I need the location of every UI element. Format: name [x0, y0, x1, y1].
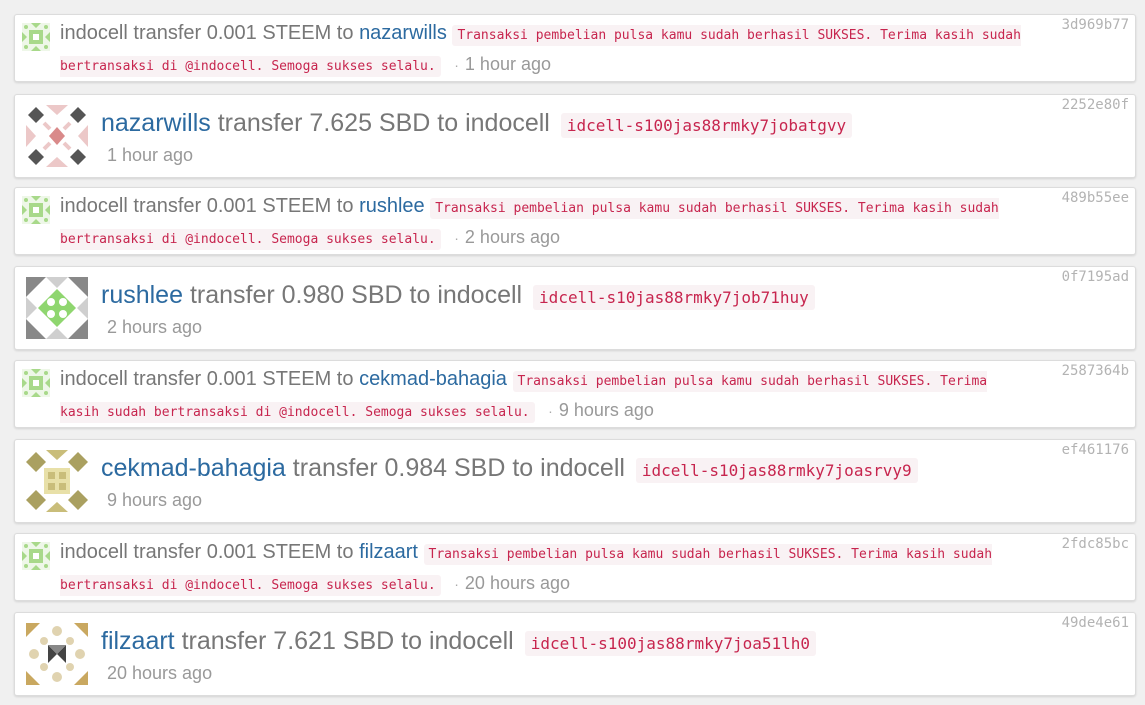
transfer-amount: transfer 7.625 SBD to [217, 109, 459, 137]
transaction-id[interactable]: 2252e80f [1062, 97, 1129, 113]
recipient-link[interactable]: indocell [465, 109, 550, 137]
transaction-id[interactable]: 2fdc85bc [1062, 536, 1129, 552]
transfer-amount: transfer 0.001 STEEM to [133, 195, 354, 217]
memo: idcell-s100jas88rmky7joa51lh0 [524, 631, 817, 656]
transfer-text: filzaart transfer 7.621 SBD to indocell … [101, 625, 1015, 660]
transaction-id[interactable]: 3d969b77 [1062, 17, 1129, 33]
transfer-amount: transfer 0.980 SBD to [189, 281, 431, 309]
recipient-link[interactable]: rushlee [359, 195, 425, 217]
sender-link[interactable]: nazarwills [101, 109, 211, 137]
identicon-rushlee-icon[interactable] [26, 277, 88, 339]
identicon-filzaart-icon[interactable] [26, 623, 88, 685]
recipient-link[interactable]: nazarwills [359, 22, 447, 44]
separator: · [454, 57, 459, 73]
transfer-feed: 3d969b77 indocell transfer 0.001 STEEM t… [0, 0, 1145, 705]
timestamp[interactable]: 1 hour ago [107, 145, 193, 166]
sender-link[interactable]: indocell [60, 541, 128, 563]
transfer-item: 2252e80f nazarwills transfer 7.625 SBD t… [14, 94, 1136, 178]
transfer-item: 49de4e61 filzaart transfer 7.621 SBD to … [14, 612, 1136, 696]
sender-link[interactable]: indocell [60, 368, 128, 390]
transaction-id[interactable]: 2587364b [1062, 363, 1129, 379]
identicon-indocell-icon[interactable] [22, 369, 50, 397]
transfer-text: rushlee transfer 0.980 SBD to indocell i… [101, 279, 1015, 314]
transaction-id[interactable]: ef461176 [1062, 442, 1129, 458]
transfer-text: indocell transfer 0.001 STEEM to cekmad-… [60, 365, 1025, 427]
transaction-id[interactable]: 0f7195ad [1062, 269, 1129, 285]
recipient-link[interactable]: indocell [437, 281, 522, 309]
sender-link[interactable]: indocell [60, 195, 128, 217]
transfer-amount: transfer 7.621 SBD to [181, 627, 422, 655]
sender-link[interactable]: rushlee [101, 281, 183, 309]
timestamp[interactable]: 9 hours ago [107, 490, 202, 511]
memo: idcell-s100jas88rmky7jobatgvy [560, 113, 853, 138]
transfer-item: 3d969b77 indocell transfer 0.001 STEEM t… [14, 14, 1136, 82]
transfer-item: 489b55ee indocell transfer 0.001 STEEM t… [14, 187, 1136, 255]
sender-link[interactable]: filzaart [101, 627, 175, 655]
transfer-text: indocell transfer 0.001 STEEM to rushlee… [60, 192, 1025, 254]
memo: idcell-s10jas88rmky7job71huy [533, 285, 815, 310]
timestamp[interactable]: 2 hours ago [465, 227, 560, 247]
transfer-text: indocell transfer 0.001 STEEM to nazarwi… [60, 19, 1025, 81]
recipient-link[interactable]: cekmad-bahagia [359, 368, 507, 390]
transfer-amount: transfer 0.001 STEEM to [133, 541, 354, 563]
separator: · [454, 230, 459, 246]
timestamp[interactable]: 20 hours ago [107, 663, 212, 684]
timestamp[interactable]: 9 hours ago [559, 400, 654, 420]
transfer-text: nazarwills transfer 7.625 SBD to indocel… [101, 107, 1015, 142]
identicon-cekmad-bahagia-icon[interactable] [26, 450, 88, 512]
transfer-amount: transfer 0.001 STEEM to [133, 368, 354, 390]
sender-link[interactable]: cekmad-bahagia [101, 454, 286, 482]
transaction-id[interactable]: 49de4e61 [1062, 615, 1129, 631]
transaction-id[interactable]: 489b55ee [1062, 190, 1129, 206]
recipient-link[interactable]: indocell [540, 454, 625, 482]
transfer-item: 2587364b indocell transfer 0.001 STEEM t… [14, 360, 1136, 428]
timestamp[interactable]: 1 hour ago [465, 54, 551, 74]
timestamp[interactable]: 20 hours ago [465, 573, 570, 593]
sender-link[interactable]: indocell [60, 22, 128, 44]
transfer-text: indocell transfer 0.001 STEEM to filzaar… [60, 538, 1025, 600]
identicon-nazarwills-icon[interactable] [26, 105, 88, 167]
transfer-amount: transfer 0.001 STEEM to [133, 22, 354, 44]
recipient-link[interactable]: indocell [429, 627, 514, 655]
identicon-indocell-icon[interactable] [22, 23, 50, 51]
memo: idcell-s10jas88rmky7joasrvy9 [635, 458, 918, 483]
transfer-item: 0f7195ad rushlee transfer 0.980 SBD to i… [14, 266, 1136, 350]
separator: · [454, 576, 459, 592]
transfer-item: ef461176 cekmad-bahagia transfer 0.984 S… [14, 439, 1136, 523]
transfer-text: cekmad-bahagia transfer 0.984 SBD to ind… [101, 452, 1015, 487]
separator: · [548, 403, 553, 419]
recipient-link[interactable]: filzaart [359, 541, 418, 563]
identicon-indocell-icon[interactable] [22, 196, 50, 224]
transfer-amount: transfer 0.984 SBD to [292, 454, 534, 482]
identicon-indocell-icon[interactable] [22, 542, 50, 570]
transfer-item: 2fdc85bc indocell transfer 0.001 STEEM t… [14, 533, 1136, 601]
timestamp[interactable]: 2 hours ago [107, 317, 202, 338]
